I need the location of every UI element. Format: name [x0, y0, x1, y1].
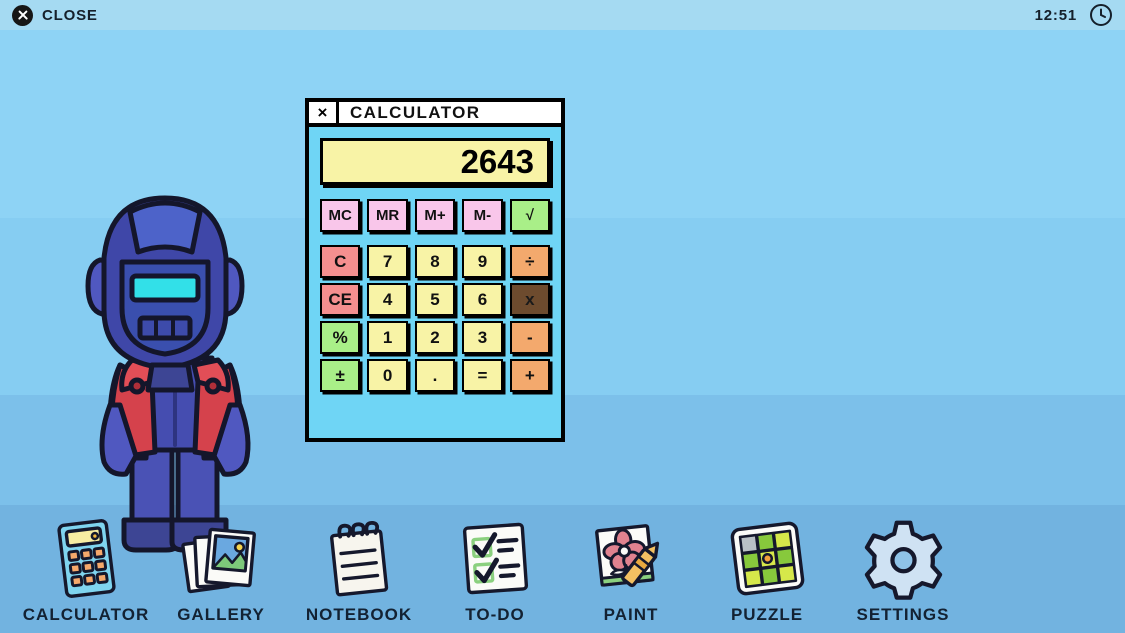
dock-item-paint[interactable]: PAINT — [556, 516, 706, 625]
dock-item-label: TO-DO — [465, 605, 525, 624]
calc-key-mr[interactable]: MR — [367, 199, 408, 232]
calc-key-decimal[interactable]: . — [414, 359, 456, 392]
puzzle-icon — [720, 516, 815, 601]
calc-key-sqrt[interactable]: √ — [509, 199, 551, 232]
paint-icon — [584, 516, 679, 601]
calculator-body: 2643 MC MR M+ M- √ C 7 8 9 ÷ CE 4 5 6 x% 1 2 3- ±0. = + — [309, 127, 561, 392]
calculator-title: CALCULATOR — [350, 102, 481, 122]
app-dock: CALCULATOR GALLERY NOTEBOOK TO-DO PAINT … — [0, 493, 1125, 633]
calculator-key-row: C 7 8 9 ÷ — [320, 245, 551, 278]
calculator-keypad: C 7 8 9 ÷ CE 4 5 6 x% 1 2 3- ±0. = + — [320, 245, 551, 392]
calc-key-mc[interactable]: MC — [320, 199, 361, 232]
dock-item-gallery[interactable]: GALLERY — [146, 516, 296, 625]
clock-icon — [1090, 4, 1112, 26]
calculator-key-row: % 1 2 3- — [320, 321, 551, 354]
calc-key-equals[interactable]: = — [462, 359, 503, 392]
calc-key-m-[interactable]: M- — [462, 199, 503, 232]
dock-item-notebook[interactable]: NOTEBOOK — [284, 516, 434, 625]
dock-item-label: CALCULATOR — [22, 605, 150, 624]
calc-key-9[interactable]: 9 — [462, 245, 503, 278]
clock-time: 12:51 — [1034, 6, 1077, 24]
calculator-key-row: CE 4 5 6 x — [320, 283, 551, 316]
calculator-memory-row: MC MR M+ M- √ — [320, 199, 551, 232]
calc-key-ce[interactable]: CE — [320, 283, 361, 316]
calc-key-7[interactable]: 7 — [367, 245, 408, 278]
calc-key-0[interactable]: 0 — [367, 359, 408, 392]
dock-item-label: PUZZLE — [730, 605, 804, 624]
settings-gear-icon — [856, 516, 951, 601]
calc-key-percent[interactable]: % — [320, 321, 361, 354]
calc-key-plus[interactable]: + — [509, 359, 551, 392]
close-button[interactable]: CLOSE — [12, 4, 98, 26]
gallery-icon — [174, 516, 269, 601]
notebook-icon — [312, 516, 407, 601]
top-bar: CLOSE 12:51 — [0, 0, 1125, 30]
dock-item-label: PAINT — [603, 605, 659, 624]
calculator-window[interactable]: × CALCULATOR 2643 MC MR M+ M- √ C 7 8 9 ÷ CE 4 5 6 x%… — [305, 98, 565, 442]
dock-item-label: SETTINGS — [856, 605, 950, 624]
calc-key-4[interactable]: 4 — [367, 283, 408, 316]
calc-key-minus[interactable]: - — [509, 321, 551, 354]
calculator-key-row: ±0. = + — [320, 359, 551, 392]
calc-key-1[interactable]: 1 — [367, 321, 408, 354]
calc-key-c[interactable]: C — [320, 245, 361, 278]
calc-key-multiply[interactable]: x — [509, 283, 551, 316]
close-label: CLOSE — [42, 6, 98, 24]
close-circle-icon — [12, 4, 33, 26]
dock-item-settings[interactable]: SETTINGS — [828, 516, 978, 625]
dock-item-label: GALLERY — [177, 605, 265, 624]
calculator-titlebar: × CALCULATOR — [309, 102, 561, 127]
status-area: 12:51 — [1035, 3, 1113, 27]
calc-key-plus-minus[interactable]: ± — [320, 359, 361, 392]
calc-key-3[interactable]: 3 — [462, 321, 503, 354]
calc-key-divide[interactable]: ÷ — [509, 245, 551, 278]
dock-item-puzzle[interactable]: PUZZLE — [692, 516, 842, 625]
calc-key-2[interactable]: 2 — [414, 321, 456, 354]
todo-icon — [448, 516, 543, 601]
dock-item-label: NOTEBOOK — [305, 605, 413, 624]
calculator-icon — [39, 516, 134, 601]
calc-key-8[interactable]: 8 — [414, 245, 456, 278]
calc-key-5[interactable]: 5 — [414, 283, 456, 316]
calculator-close-button[interactable]: × — [309, 102, 339, 123]
dock-item-calculator[interactable]: CALCULATOR — [11, 516, 161, 625]
calc-key-6[interactable]: 6 — [462, 283, 503, 316]
dock-item-to-do[interactable]: TO-DO — [420, 516, 570, 625]
calculator-display: 2643 — [320, 138, 550, 185]
calc-key-m+[interactable]: M+ — [414, 199, 456, 232]
